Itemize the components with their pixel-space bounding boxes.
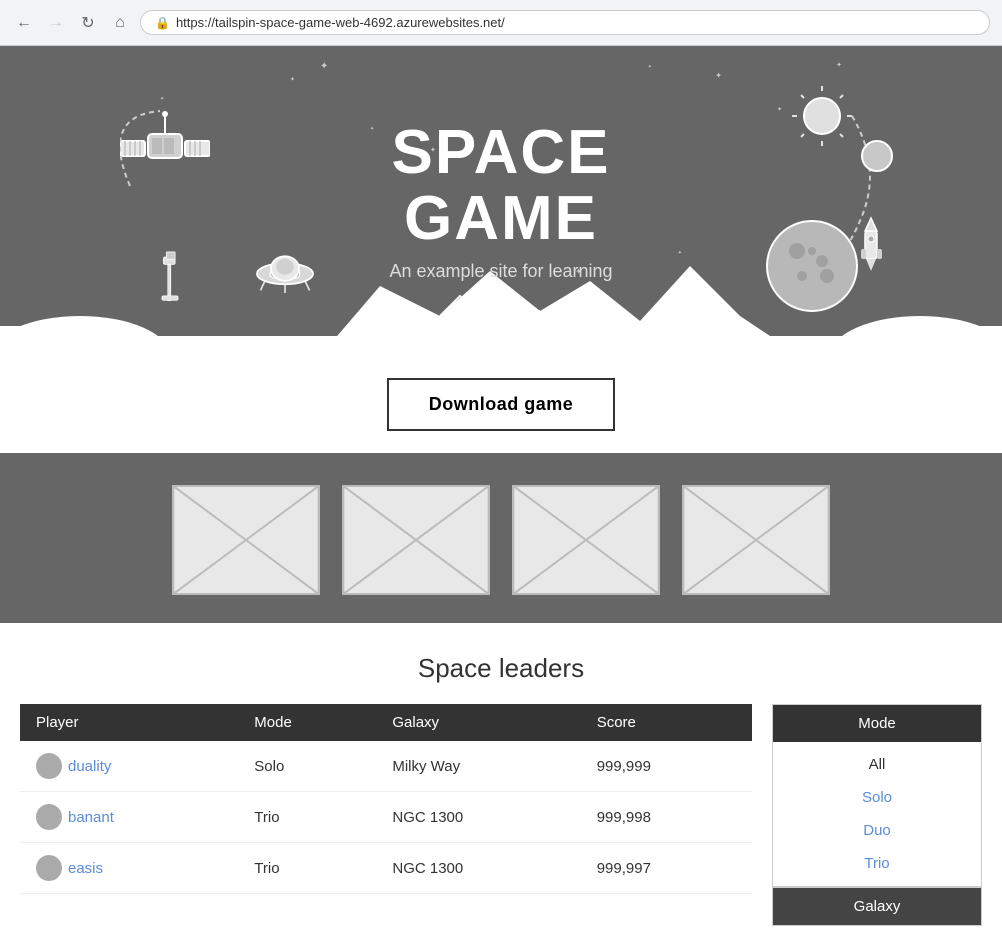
player-cell: duality (20, 741, 238, 792)
forward-button[interactable]: → (44, 11, 68, 35)
back-button[interactable]: ← (12, 11, 36, 35)
mode-filter-item[interactable]: Trio (773, 847, 981, 880)
home-button[interactable]: ⌂ (108, 11, 132, 35)
table-row: banant Trio NGC 1300 999,998 (20, 792, 752, 843)
galaxy-cell: Milky Way (376, 741, 580, 792)
leaderboard-table: Player Mode Galaxy Score duality Solo Mi… (20, 704, 752, 894)
screenshot-3 (512, 485, 660, 595)
mode-filter-header: Mode (773, 705, 981, 742)
hero-subtitle: An example site for learning (389, 261, 612, 282)
hero-title: SPACE GAME (389, 120, 612, 250)
avatar (36, 753, 62, 779)
screenshot-4 (682, 485, 830, 595)
screenshot-1 (172, 485, 320, 595)
player-cell: easis (20, 843, 238, 894)
score-cell: 999,999 (581, 741, 752, 792)
mode-filter-box: Mode AllSoloDuoTrio (772, 704, 982, 887)
star-decoration: ✦ (715, 71, 722, 80)
star-decoration: ✦ (320, 61, 328, 72)
avatar (36, 855, 62, 881)
filter-panel: Mode AllSoloDuoTrio Galaxy (772, 704, 982, 926)
mode-cell: Solo (238, 741, 376, 792)
col-mode: Mode (238, 704, 376, 741)
star-decoration: ✦ (160, 96, 164, 102)
hero-content: SPACE GAME An example site for learning (389, 120, 612, 281)
table-header-row: Player Mode Galaxy Score (20, 704, 752, 741)
mode-filter-item[interactable]: All (773, 748, 981, 781)
leaders-title: Space leaders (20, 653, 982, 684)
table-row: easis Trio NGC 1300 999,997 (20, 843, 752, 894)
lock-icon: 🔒 (155, 16, 170, 30)
galaxy-cell: NGC 1300 (376, 843, 580, 894)
score-cell: 999,998 (581, 792, 752, 843)
player-link[interactable]: duality (68, 758, 111, 775)
reload-button[interactable]: ↻ (76, 11, 100, 35)
player-link[interactable]: banant (68, 809, 114, 826)
galaxy-filter-header: Galaxy (773, 888, 981, 925)
mode-cell: Trio (238, 792, 376, 843)
col-player: Player (20, 704, 238, 741)
screenshot-2 (342, 485, 490, 595)
mode-filter-body: AllSoloDuoTrio (773, 742, 981, 886)
col-score: Score (581, 704, 752, 741)
score-cell: 999,997 (581, 843, 752, 894)
mode-filter-item[interactable]: Solo (773, 781, 981, 814)
browser-chrome: ← → ↻ ⌂ 🔒 https://tailspin-space-game-we… (0, 0, 1002, 46)
avatar (36, 804, 62, 830)
download-game-button[interactable]: Download game (387, 378, 616, 431)
star-decoration: ✦ (678, 250, 682, 256)
download-section: Download game (0, 356, 1002, 457)
leaders-content: Player Mode Galaxy Score duality Solo Mi… (20, 704, 982, 926)
player-link[interactable]: easis (68, 860, 103, 877)
player-cell: banant (20, 792, 238, 843)
col-galaxy: Galaxy (376, 704, 580, 741)
star-decoration: ✦ (370, 126, 374, 132)
leaderboard: Player Mode Galaxy Score duality Solo Mi… (20, 704, 752, 894)
star-decoration: ✦ (648, 64, 652, 70)
star-decoration: ✦ (290, 76, 295, 83)
url-text: https://tailspin-space-game-web-4692.azu… (176, 15, 505, 30)
screenshots-section (0, 457, 1002, 623)
mode-filter-item[interactable]: Duo (773, 814, 981, 847)
table-row: duality Solo Milky Way 999,999 (20, 741, 752, 792)
planet-group-illustration (722, 86, 902, 316)
leaders-section: Space leaders Player Mode Galaxy Score d… (0, 623, 1002, 946)
satellite-illustration (120, 106, 210, 196)
galaxy-cell: NGC 1300 (376, 792, 580, 843)
galaxy-filter-box: Galaxy (772, 887, 982, 926)
mode-cell: Trio (238, 843, 376, 894)
star-decoration: ✦ (836, 61, 842, 69)
hero-section: ✦ ✦ ✦ ✦ ✦ ✦ ✦ ✦ ✦ ✦ ✦ ✦ (0, 46, 1002, 356)
address-bar[interactable]: 🔒 https://tailspin-space-game-web-4692.a… (140, 10, 990, 35)
